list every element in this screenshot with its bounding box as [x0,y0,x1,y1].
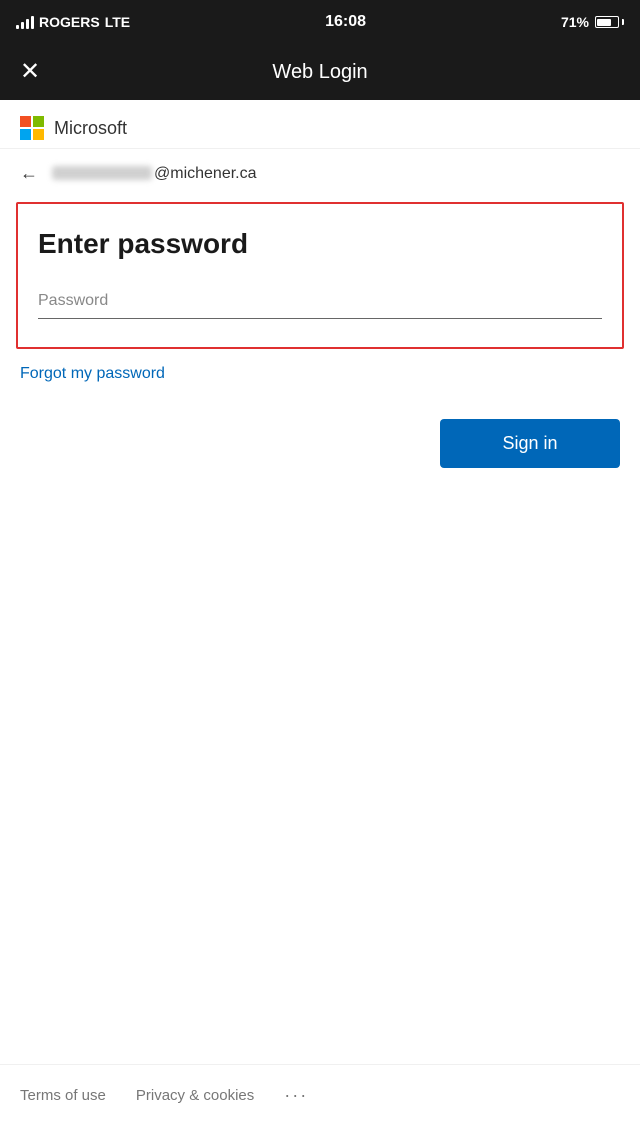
back-button[interactable]: ← [20,163,38,184]
enter-password-title: Enter password [38,228,602,260]
forgot-password-link[interactable]: Forgot my password [20,365,620,383]
battery-percent: 71% [561,14,589,30]
email-username-blurred [52,166,152,180]
terms-of-use-link[interactable]: Terms of use [20,1087,106,1104]
password-section: Enter password [16,202,624,349]
battery-icon [595,16,624,28]
email-domain: @michener.ca [154,165,257,182]
main-content: Microsoft ← @michener.ca Enter password … [0,100,640,1136]
app-header-title: Web Login [60,61,580,84]
microsoft-header: Microsoft [0,100,640,149]
status-right: 71% [561,14,624,30]
status-bar: ROGERS LTE 16:08 71% [0,0,640,44]
signin-row: Sign in [0,399,640,488]
app-header: ✕ Web Login [0,44,640,100]
network-label: LTE [105,14,130,30]
carrier-label: ROGERS [39,14,100,30]
more-options-button[interactable]: ··· [284,1085,308,1106]
microsoft-label: Microsoft [54,118,127,139]
signin-button[interactable]: Sign in [440,419,620,468]
status-time: 16:08 [325,13,366,31]
signal-bars-icon [16,15,34,29]
email-display: @michener.ca [52,165,257,183]
privacy-cookies-link[interactable]: Privacy & cookies [136,1087,254,1104]
close-button[interactable]: ✕ [20,60,40,84]
microsoft-logo-icon [20,116,44,140]
status-left: ROGERS LTE [16,14,130,30]
email-row: ← @michener.ca [0,149,640,198]
password-input-wrapper [38,288,602,319]
footer: Terms of use Privacy & cookies ··· [0,1064,640,1136]
password-input[interactable] [38,288,602,319]
